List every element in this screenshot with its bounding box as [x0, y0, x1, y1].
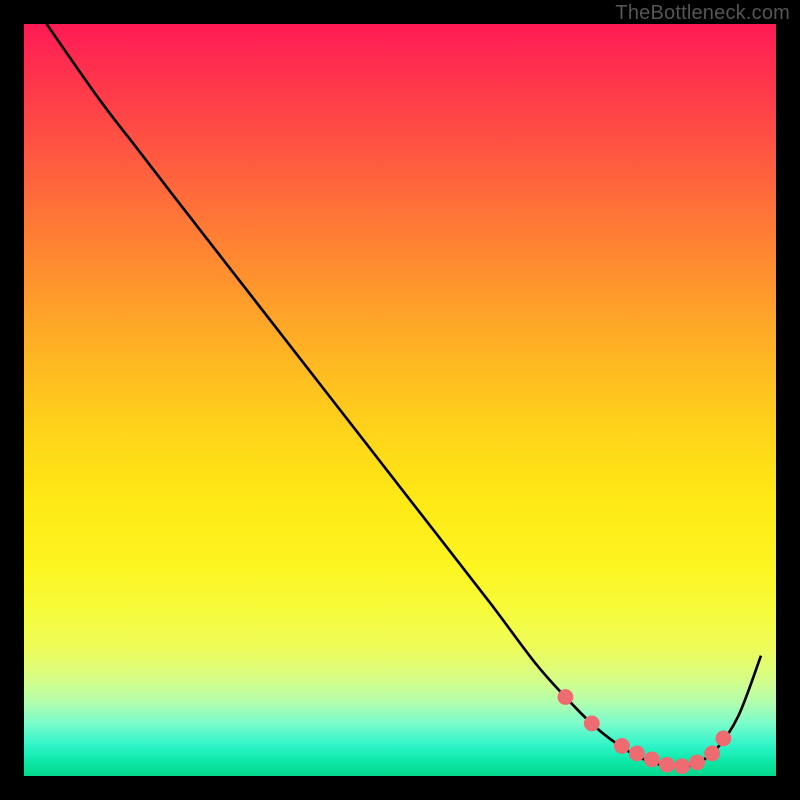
chart-frame: TheBottleneck.com [0, 0, 800, 800]
attribution-label: TheBottleneck.com [615, 2, 790, 25]
plot-area [24, 24, 776, 776]
gradient-background [24, 24, 776, 776]
